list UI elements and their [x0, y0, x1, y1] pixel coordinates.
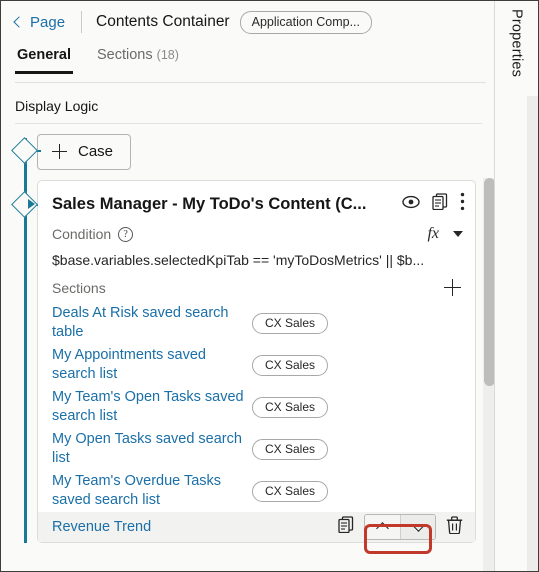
main-panel: Page Contents Container Application Comp… — [1, 1, 496, 571]
delete-icon[interactable] — [446, 515, 463, 539]
chevron-down-icon — [411, 519, 425, 532]
section-name[interactable]: My Appointments saved search list — [52, 346, 252, 384]
tab-general-label: General — [17, 47, 71, 63]
section-name[interactable]: Revenue Trend — [52, 518, 252, 537]
tab-sections-label: Sections — [97, 47, 153, 63]
display-logic-heading: Display Logic — [15, 98, 99, 114]
add-section-icon[interactable] — [444, 279, 461, 296]
section-actions — [252, 514, 463, 540]
properties-rail-label: Properties — [508, 9, 525, 78]
section-source-chip[interactable]: CX Sales — [252, 480, 329, 502]
case-card-row: Sales Manager - My ToDo's Content (C... — [1, 180, 486, 543]
display-logic-flow: Case Sales Manager - My ToDo's Content (… — [1, 124, 496, 543]
add-case-row: Case — [1, 124, 486, 180]
case-card-title[interactable]: Sales Manager - My ToDo's Content (C... — [52, 195, 392, 214]
help-icon[interactable]: ? — [118, 226, 134, 242]
list-item[interactable]: My Team's Overdue Tasks saved search lis… — [38, 470, 475, 512]
plus-icon — [52, 144, 67, 159]
list-item[interactable]: Revenue Trend — [38, 512, 475, 542]
case-card-header: Sales Manager - My ToDo's Content (C... — [38, 190, 475, 216]
duplicate-icon[interactable] — [338, 516, 354, 538]
section-source-chip[interactable]: CX Sales — [252, 438, 329, 460]
chevron-up-icon — [376, 522, 389, 535]
section-source-chip[interactable]: CX Sales — [252, 312, 329, 334]
add-case-button[interactable]: Case — [37, 134, 132, 170]
more-options-icon[interactable] — [460, 192, 465, 216]
panel-header: Page Contents Container Application Comp… — [1, 1, 496, 43]
component-type-chip[interactable]: Application Comp... — [239, 10, 372, 34]
sections-list: Deals At Risk saved search table CX Sale… — [38, 299, 475, 542]
case-card-header-actions — [392, 192, 465, 216]
flow-arrow-icon — [28, 199, 35, 209]
list-item[interactable]: My Team's Open Tasks saved search list C… — [38, 386, 475, 428]
back-to-page-link[interactable]: Page — [13, 13, 66, 31]
tab-sections-count: (18) — [156, 48, 179, 62]
panel-body: Display Logic Case Sales Manager - My To… — [1, 83, 496, 571]
properties-rail[interactable]: Properties — [494, 1, 538, 571]
chevron-left-icon — [13, 16, 25, 28]
move-down-button[interactable] — [400, 515, 435, 539]
move-section-buttons — [364, 514, 436, 540]
section-source-chip[interactable]: CX Sales — [252, 354, 329, 376]
condition-expression[interactable]: $base.variables.selectedKpiTab == 'myToD… — [38, 243, 475, 268]
list-item[interactable]: My Appointments saved search list CX Sal… — [38, 344, 475, 386]
section-name[interactable]: Deals At Risk saved search table — [52, 304, 252, 342]
flow-node-diamond — [11, 137, 38, 164]
section-name[interactable]: My Open Tasks saved search list — [52, 430, 252, 468]
section-source-chip[interactable]: CX Sales — [252, 396, 329, 418]
condition-label: Condition — [52, 226, 112, 242]
sections-subheader: Sections — [38, 268, 475, 299]
tab-bar: General Sections (18) — [1, 43, 496, 83]
expression-editor-icon[interactable]: fx — [427, 225, 439, 243]
sections-label: Sections — [52, 279, 106, 296]
section-name[interactable]: My Team's Overdue Tasks saved search lis… — [52, 472, 252, 510]
move-up-button[interactable] — [365, 515, 400, 539]
duplicate-icon[interactable] — [432, 193, 448, 215]
add-case-label: Case — [78, 143, 114, 160]
tab-general[interactable]: General — [15, 43, 73, 74]
case-card: Sales Manager - My ToDo's Content (C... — [37, 180, 476, 543]
tab-sections[interactable]: Sections (18) — [95, 43, 181, 74]
properties-panel-screen: Page Contents Container Application Comp… — [0, 0, 539, 572]
back-link-label: Page — [30, 13, 66, 31]
chevron-down-icon[interactable] — [453, 231, 463, 237]
eye-icon[interactable] — [402, 195, 420, 214]
page-title: Contents Container — [96, 13, 230, 30]
header-divider — [81, 11, 83, 33]
list-item[interactable]: My Open Tasks saved search list CX Sales — [38, 428, 475, 470]
condition-row: Condition ? fx — [38, 216, 475, 243]
section-name[interactable]: My Team's Open Tasks saved search list — [52, 388, 252, 426]
list-item[interactable]: Deals At Risk saved search table CX Sale… — [38, 302, 475, 344]
rail-scrollbar-track[interactable] — [527, 96, 538, 571]
